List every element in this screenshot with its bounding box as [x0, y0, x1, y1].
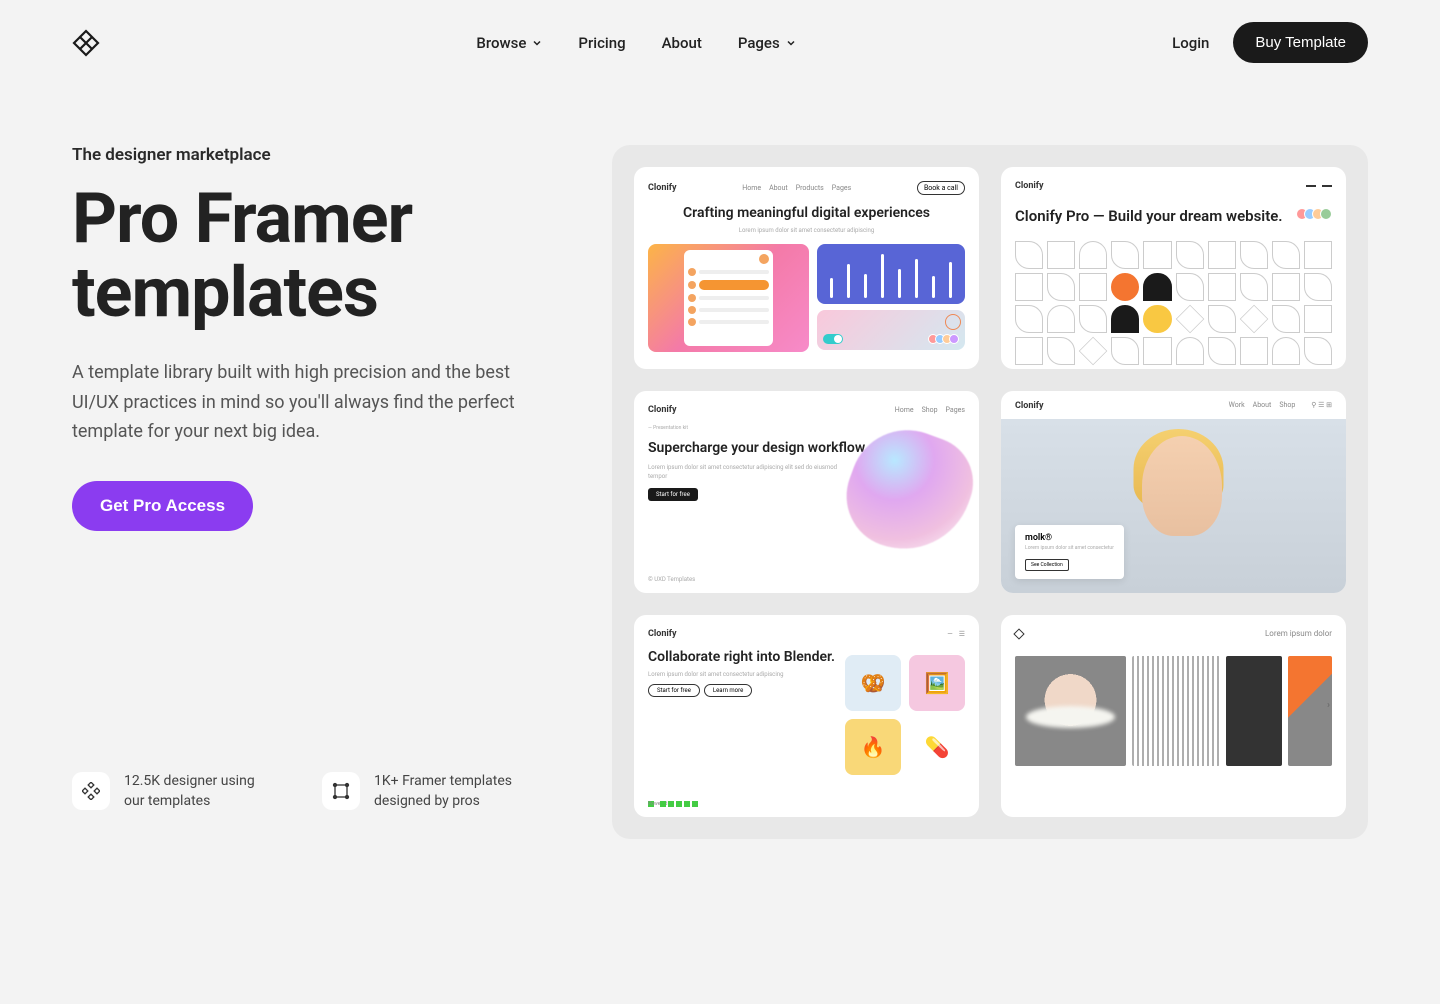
card-footer: Powered	[648, 801, 698, 807]
card-brand: Clonify	[1015, 401, 1044, 411]
chart-mockup	[817, 244, 966, 304]
blob-graphic	[832, 414, 979, 568]
nav-label: Browse	[476, 34, 526, 52]
icon-grid: 🥨 🖼️ 🔥 💊	[845, 655, 965, 775]
shape-grid	[1015, 241, 1332, 365]
card-pill: Book a call	[917, 181, 965, 195]
card-button: Start for free	[648, 488, 698, 501]
card-nav: HomeAboutProductsPages	[742, 184, 851, 192]
card-button: Learn more	[704, 684, 752, 697]
template-card[interactable]: Clonify WorkAboutShop⚲ ☰ ⊞ molk® Lorem i…	[1001, 391, 1346, 593]
phone-mockup	[648, 244, 809, 352]
card-brand: Clonify	[648, 405, 677, 415]
card-subtitle: Lorem ipsum dolor sit amet consectetur a…	[648, 227, 965, 234]
buy-template-button[interactable]: Buy Template	[1233, 22, 1368, 63]
card-logo-icon	[1013, 628, 1024, 639]
card-footer: © UXD Templates	[648, 576, 695, 583]
card-title: Clonify Pro — Build your dream website.	[1015, 207, 1283, 227]
template-card[interactable]: Clonify —☰ Collaborate right into Blende…	[634, 615, 979, 817]
main-nav: Browse Pricing About Pages	[476, 34, 795, 52]
template-card[interactable]: Clonify HomeShopPages — Presentation kit…	[634, 391, 979, 593]
template-gallery: Clonify HomeAboutProductsPages Book a ca…	[612, 145, 1368, 839]
card-title: Crafting meaningful digital experiences	[648, 205, 965, 223]
image-grid: ›	[1015, 656, 1332, 766]
nav-pages[interactable]: Pages	[738, 34, 796, 52]
card-brand: Clonify	[1015, 181, 1044, 191]
portrait-image: molk® Lorem ipsum dolor sit amet consect…	[1001, 419, 1346, 593]
card-text: Lorem ipsum dolor	[1265, 629, 1332, 638]
card-brand: Clonify	[648, 183, 677, 193]
template-card[interactable]: Lorem ipsum dolor ›	[1001, 615, 1346, 817]
nav-label: About	[662, 34, 702, 52]
eyebrow: The designer marketplace	[72, 145, 572, 165]
stat-designers: 12.5K designer using our templates	[72, 771, 274, 812]
nav-label: Pricing	[578, 34, 625, 52]
template-card[interactable]: Clonify HomeAboutProductsPages Book a ca…	[634, 167, 979, 369]
designers-icon	[72, 772, 110, 810]
nav-pricing[interactable]: Pricing	[578, 34, 625, 52]
page-title: Pro Framer templates	[72, 183, 572, 330]
stat-text: 1K+ Framer templates designed by pros	[374, 771, 524, 812]
nav-about[interactable]: About	[662, 34, 702, 52]
avatar-group	[1300, 208, 1332, 220]
cta-button[interactable]: Get Pro Access	[72, 481, 253, 531]
stat-text: 12.5K designer using our templates	[124, 771, 274, 812]
template-card[interactable]: Clonify Clonify Pro — Build your dream w…	[1001, 167, 1346, 369]
chevron-down-icon	[532, 38, 542, 48]
overlay-card: molk® Lorem ipsum dolor sit amet consect…	[1015, 525, 1124, 579]
card-button: Start for free	[648, 684, 700, 697]
nav-browse[interactable]: Browse	[476, 34, 542, 52]
card-subtitle: Lorem ipsum dolor sit amet consectetur a…	[648, 463, 838, 481]
stat-templates: 1K+ Framer templates designed by pros	[322, 771, 524, 812]
login-link[interactable]: Login	[1172, 34, 1209, 52]
chevron-down-icon	[786, 38, 796, 48]
nav-label: Pages	[738, 34, 780, 52]
card-brand: Clonify	[648, 629, 677, 639]
templates-icon	[322, 772, 360, 810]
feature-box	[817, 310, 966, 350]
description: A template library built with high preci…	[72, 358, 532, 447]
logo[interactable]	[72, 29, 100, 57]
